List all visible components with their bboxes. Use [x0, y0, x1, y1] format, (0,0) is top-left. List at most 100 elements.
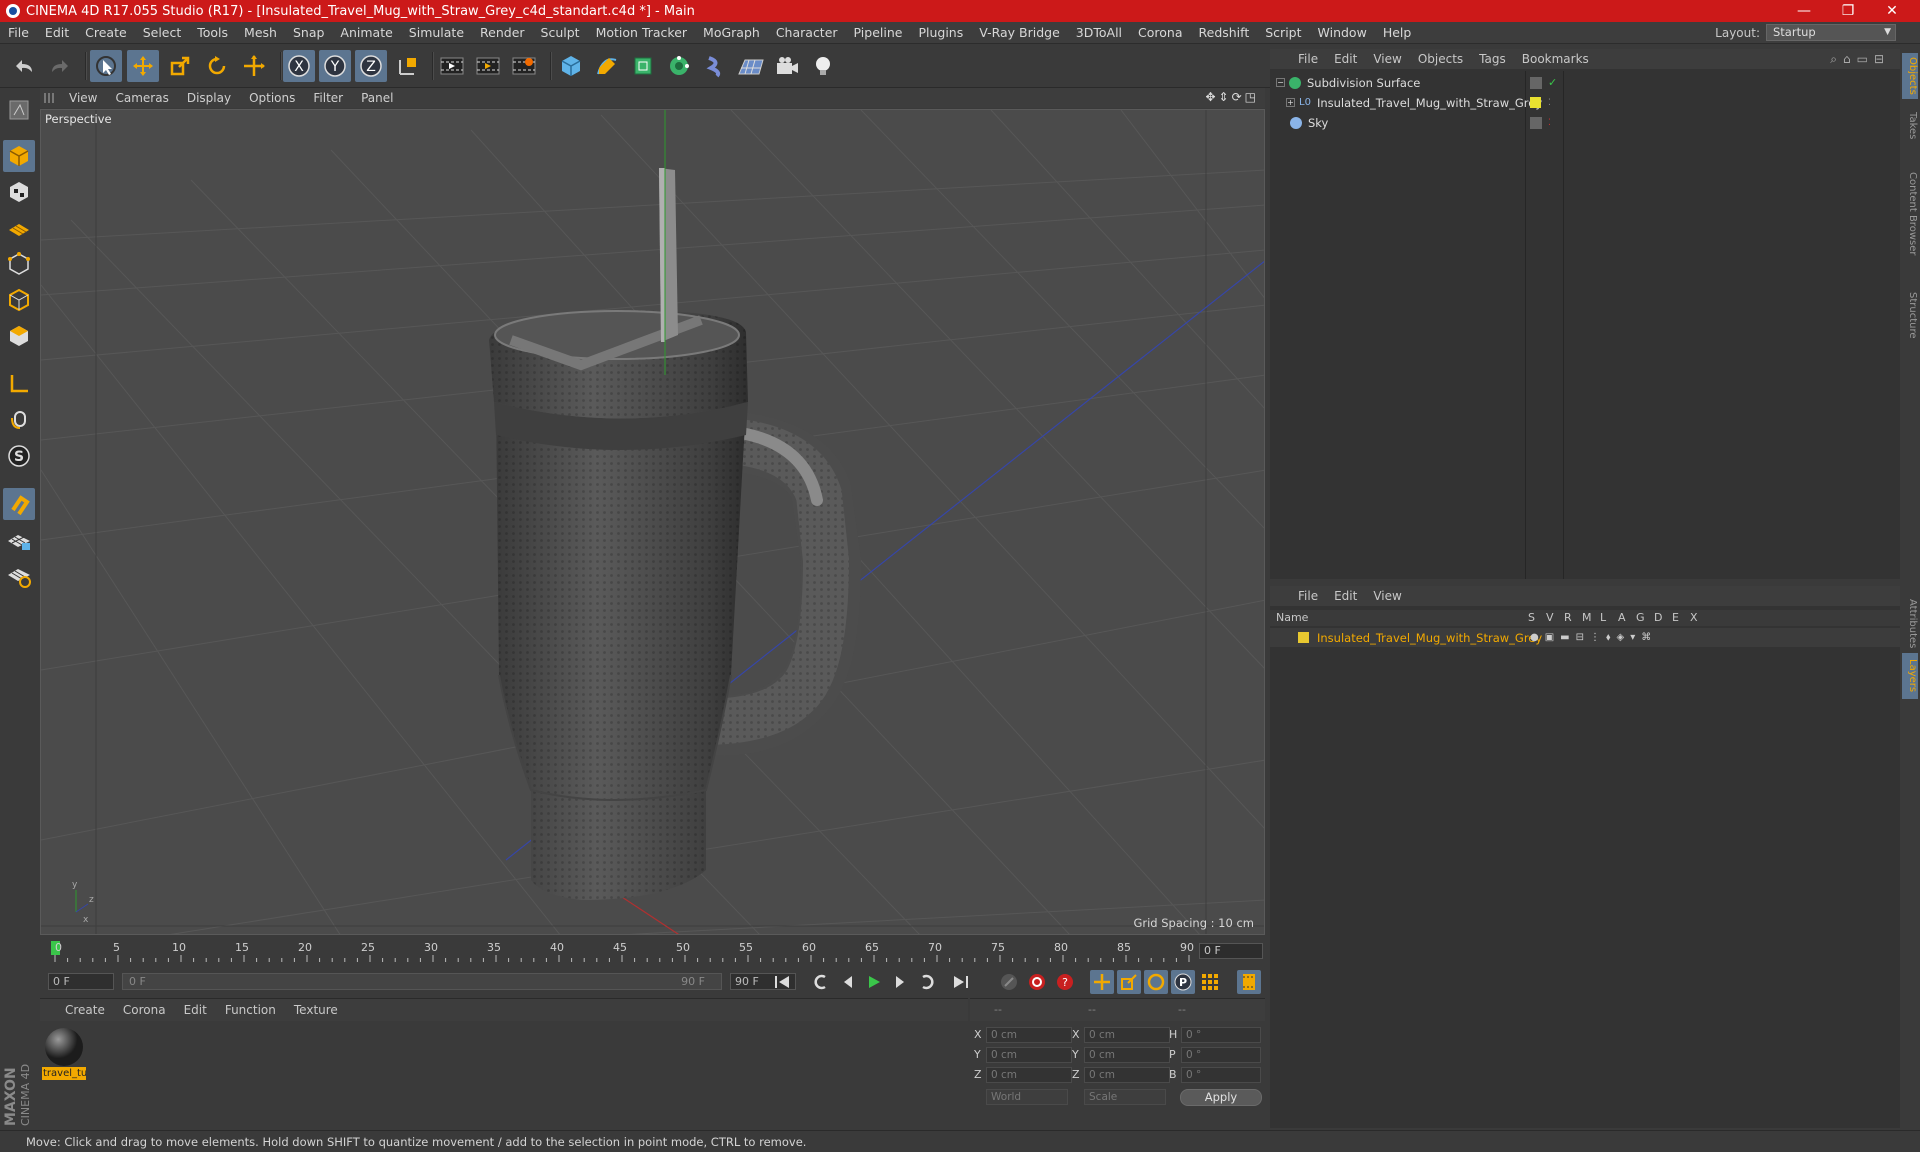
play-icon[interactable] [862, 970, 886, 994]
objects-menu-file[interactable]: File [1290, 52, 1326, 66]
tab-content-browser[interactable]: Content Browser [1902, 149, 1918, 279]
tag-icon[interactable] [1530, 76, 1542, 89]
objects-menu-tags[interactable]: Tags [1471, 52, 1514, 66]
material-menu-edit[interactable]: Edit [175, 1003, 216, 1017]
minimize-icon[interactable]: — [1782, 0, 1826, 22]
viewport-menu-view[interactable]: View [60, 91, 106, 105]
tab-attributes[interactable]: Attributes [1902, 589, 1918, 659]
viewport-menu-cameras[interactable]: Cameras [106, 91, 177, 105]
key-rotation-icon[interactable] [1144, 970, 1168, 994]
key-pla-icon[interactable] [1198, 970, 1222, 994]
previous-key-icon[interactable] [808, 970, 832, 994]
menu-redshift[interactable]: Redshift [1191, 25, 1258, 40]
close-icon[interactable]: ✕ [1870, 0, 1914, 22]
camera-icon[interactable] [771, 50, 803, 82]
layer-color-icon[interactable] [1530, 97, 1541, 108]
menu-simulate[interactable]: Simulate [401, 25, 472, 40]
undo-icon[interactable] [8, 50, 40, 82]
menu-file[interactable]: File [0, 25, 37, 40]
grid-lock-icon[interactable] [3, 524, 35, 556]
menu-window[interactable]: Window [1310, 25, 1375, 40]
pen-icon[interactable] [591, 50, 623, 82]
deformer-icon[interactable] [699, 50, 731, 82]
objects-search-icon[interactable]: ⌕⌂▭⊟ [1830, 52, 1890, 67]
coordinate-space-select[interactable]: World [986, 1089, 1068, 1105]
menu-pipeline[interactable]: Pipeline [846, 25, 911, 40]
coordinate-system-icon[interactable] [392, 50, 424, 82]
key-scale-icon[interactable] [1117, 970, 1141, 994]
menu-motion-tracker[interactable]: Motion Tracker [588, 25, 695, 40]
x-axis-lock-icon[interactable]: X [283, 50, 315, 82]
layout-dropdown[interactable]: Startup ▼ [1766, 24, 1896, 41]
menu-snap[interactable]: Snap [285, 25, 332, 40]
menu-render[interactable]: Render [472, 25, 533, 40]
material-swatch[interactable]: travel_tu [42, 1025, 86, 1081]
tab-takes[interactable]: Takes [1902, 107, 1918, 145]
column-flag[interactable]: V [1546, 611, 1554, 624]
position-x-field[interactable]: 0 cm [986, 1027, 1072, 1043]
menu-3dtoall[interactable]: 3DToAll [1068, 25, 1130, 40]
menu-select[interactable]: Select [135, 25, 190, 40]
rotation-h-field[interactable]: 0 ° [1181, 1027, 1261, 1043]
cloner-icon[interactable] [663, 50, 695, 82]
record-icon[interactable] [1025, 970, 1049, 994]
menu-character[interactable]: Character [768, 25, 846, 40]
menu-edit[interactable]: Edit [37, 25, 77, 40]
size-y-field[interactable]: 0 cm [1084, 1047, 1170, 1063]
collapse-icon[interactable]: − [1276, 78, 1285, 87]
menu-script[interactable]: Script [1257, 25, 1309, 40]
object-row[interactable]: + L0 Insulated_Travel_Mug_with_Straw_Gre… [1270, 93, 1900, 112]
axis-mode-icon[interactable] [3, 368, 35, 400]
subdivision-icon[interactable] [627, 50, 659, 82]
menu-animate[interactable]: Animate [332, 25, 400, 40]
tag-icon[interactable] [1530, 116, 1542, 129]
menu-plugins[interactable]: Plugins [910, 25, 971, 40]
viewport-menu-display[interactable]: Display [178, 91, 240, 105]
column-flag[interactable]: L [1600, 611, 1606, 624]
material-menu-function[interactable]: Function [216, 1003, 285, 1017]
rotation-p-field[interactable]: 0 ° [1181, 1047, 1261, 1063]
viewport-menu-options[interactable]: Options [240, 91, 304, 105]
layers-menu-view[interactable]: View [1365, 589, 1409, 603]
make-editable-icon[interactable] [3, 94, 35, 126]
objects-menu-edit[interactable]: Edit [1326, 52, 1365, 66]
redo-icon[interactable] [44, 50, 76, 82]
select-icon[interactable] [90, 50, 122, 82]
model-mode-icon[interactable] [3, 140, 35, 172]
menu-tools[interactable]: Tools [189, 25, 236, 40]
timeline-ruler[interactable]: 0 5 10 15 20 25 30 35 40 45 50 55 60 65 … [40, 937, 1265, 965]
polygons-mode-icon[interactable] [3, 320, 35, 352]
expand-icon[interactable]: + [1286, 98, 1295, 107]
texture-mode-icon[interactable] [3, 176, 35, 208]
layers-menu-file[interactable]: File [1290, 589, 1326, 603]
frame-range-slider[interactable]: 0 F 90 F [122, 973, 722, 990]
timeline-window-icon[interactable] [1237, 970, 1261, 994]
material-menu-create[interactable]: Create [56, 1003, 114, 1017]
layers-menu-edit[interactable]: Edit [1326, 589, 1365, 603]
menu-create[interactable]: Create [77, 25, 135, 40]
tab-structure[interactable]: Structure [1902, 285, 1918, 345]
visibility-dots-icon[interactable]: ⁚ [1548, 98, 1551, 108]
size-mode-select[interactable]: Scale [1084, 1089, 1166, 1105]
objects-menu-objects[interactable]: Objects [1410, 52, 1471, 66]
material-menu-corona[interactable]: Corona [114, 1003, 175, 1017]
position-z-field[interactable]: 0 cm [986, 1067, 1072, 1083]
render-region-icon[interactable] [472, 50, 504, 82]
column-flag[interactable]: X [1690, 611, 1698, 624]
grid-snap-icon[interactable] [3, 560, 35, 592]
column-flag[interactable]: G [1636, 611, 1645, 624]
column-flag[interactable]: S [1528, 611, 1535, 624]
render-picture-viewer-icon[interactable] [508, 50, 540, 82]
y-axis-lock-icon[interactable]: Y [319, 50, 351, 82]
floor-icon[interactable] [735, 50, 767, 82]
cube-icon[interactable] [555, 50, 587, 82]
menu-sculpt[interactable]: Sculpt [533, 25, 588, 40]
points-mode-icon[interactable] [3, 248, 35, 280]
position-y-field[interactable]: 0 cm [986, 1047, 1072, 1063]
key-position-icon[interactable] [1090, 970, 1114, 994]
snap-icon[interactable]: S [3, 440, 35, 472]
light-icon[interactable] [807, 50, 839, 82]
move-icon[interactable] [127, 50, 159, 82]
workplane-icon[interactable] [3, 212, 35, 244]
scale-icon[interactable] [164, 50, 196, 82]
